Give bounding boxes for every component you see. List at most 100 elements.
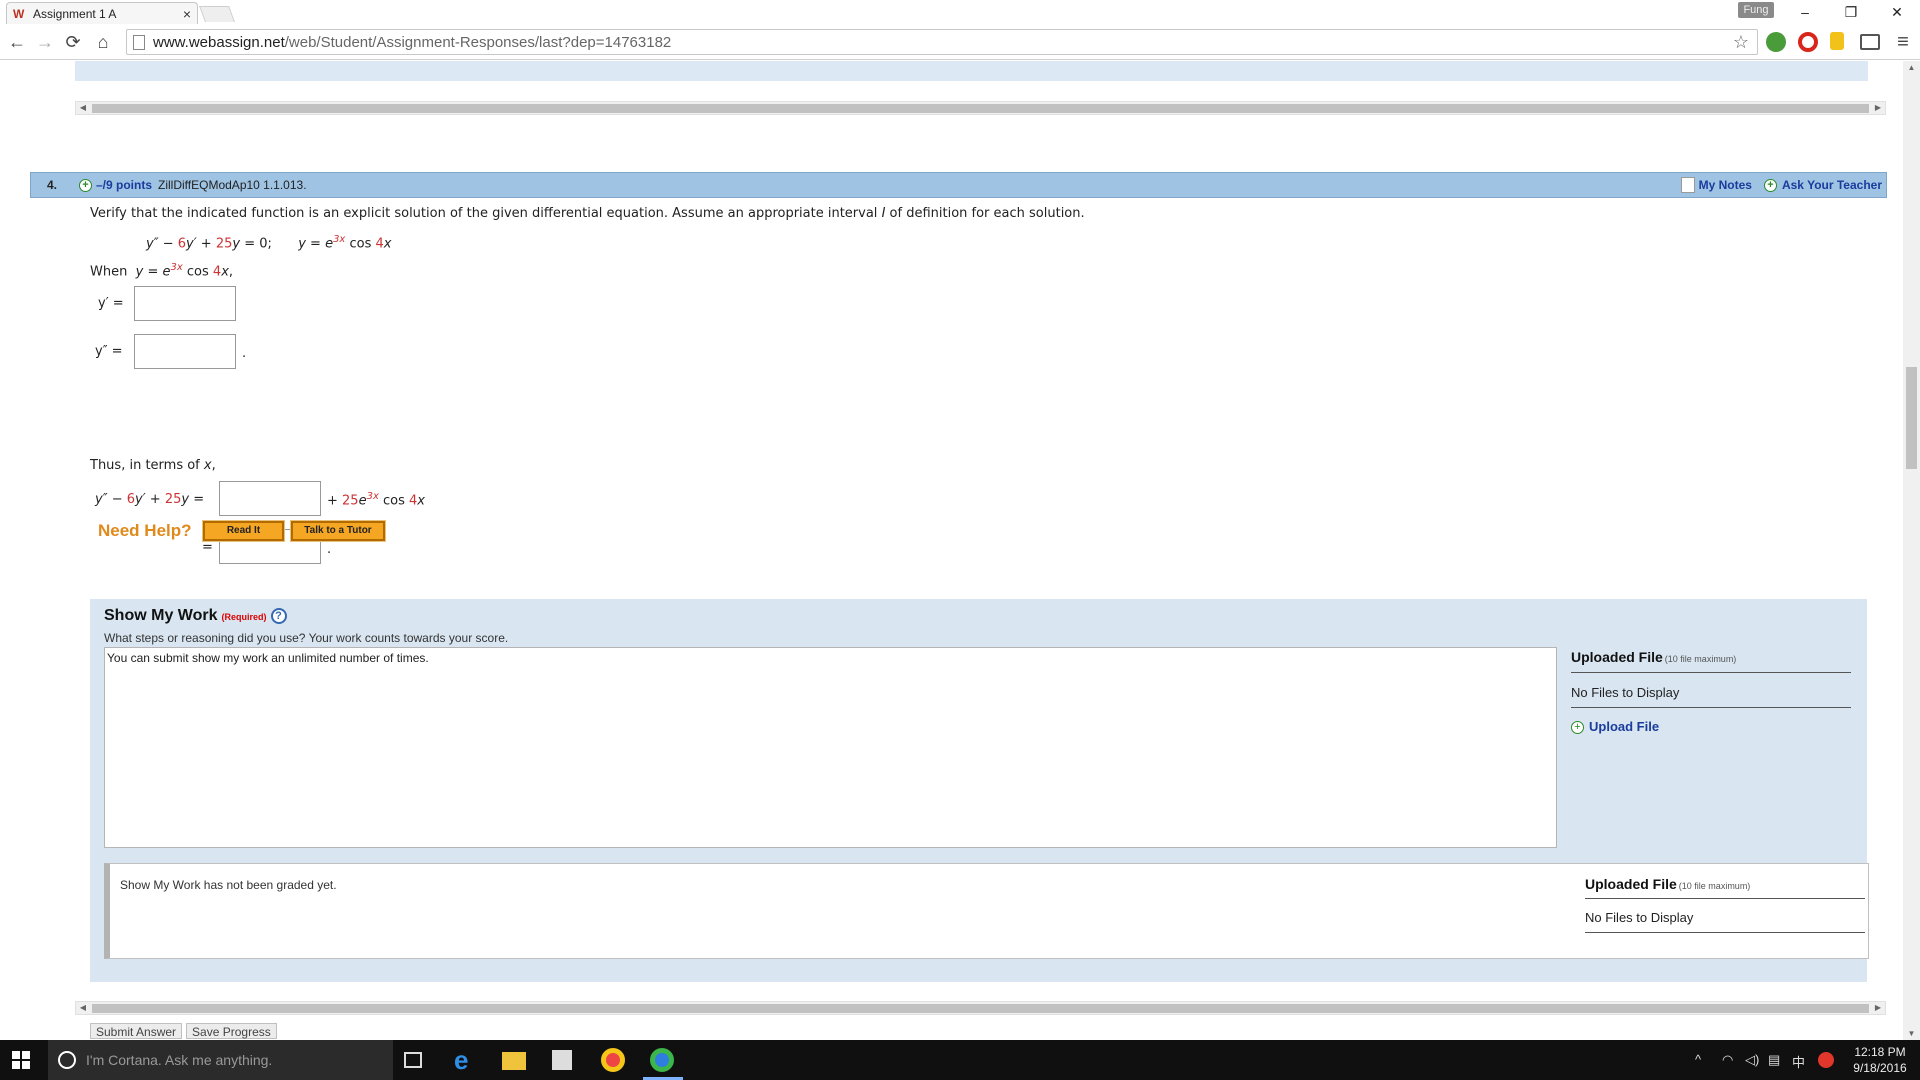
tab-strip: W Assignment 1 A × Fung – ❐ ✕ <box>0 0 1920 24</box>
cortana-search-box[interactable]: I'm Cortana. Ask me anything. <box>48 1040 393 1080</box>
graded-uploaded-heading: Uploaded File (10 file maximum) <box>1585 876 1751 892</box>
scroll-right-icon[interactable]: ▶ <box>1871 1002 1885 1014</box>
ask-teacher-plus-icon: + <box>1763 178 1777 192</box>
browser-menu-icon[interactable]: ≡ <box>1892 31 1914 53</box>
vertical-scrollbar[interactable]: ▲ ▼ <box>1903 61 1920 1040</box>
no-files-text: No Files to Display <box>1571 685 1680 700</box>
opera-extension-icon[interactable] <box>1798 32 1818 52</box>
read-it-button[interactable]: Read It <box>202 520 285 542</box>
need-help-label: Need Help? <box>98 521 192 540</box>
ydoubleprime-answer-input[interactable] <box>134 334 236 369</box>
period-mark: . <box>242 346 247 361</box>
graded-status-box: Show My Work has not been graded yet. Up… <box>104 863 1869 959</box>
equals-sign: = <box>202 540 213 555</box>
question-number: 4. <box>46 178 57 192</box>
uploaded-file-heading: Uploaded File (10 file maximum) <box>1571 649 1737 665</box>
upload-plus-icon: + <box>1571 721 1584 735</box>
scroll-up-icon[interactable]: ▲ <box>1903 63 1920 72</box>
clock-time: 12:18 PM <box>1854 1045 1906 1059</box>
question-points: –/9 points <box>96 178 153 192</box>
notes-extension-icon[interactable] <box>1830 32 1844 50</box>
expand-plus-icon[interactable]: + <box>79 178 92 192</box>
windows-start-icon[interactable] <box>12 1051 30 1069</box>
browser-toolbar: ← → ⟳ ⌂ www.webassign.net/web/Student/As… <box>0 24 1920 60</box>
windows-taskbar: I'm Cortana. Ask me anything. e ^ ◠ ◁) ▤… <box>0 1040 1920 1080</box>
yprime-answer-input[interactable] <box>134 286 236 321</box>
url-path: /web/Student/Assignment-Responses/last?d… <box>284 33 672 51</box>
combination-answer-input[interactable] <box>219 481 321 516</box>
url-host: www.webassign.net <box>153 33 285 51</box>
show-my-work-title: Show My Work (Required)? <box>104 607 287 625</box>
cast-icon[interactable] <box>1860 34 1880 50</box>
cortana-placeholder: I'm Cortana. Ask me anything. <box>86 1052 273 1068</box>
action-center-icon[interactable]: ▤ <box>1768 1052 1780 1068</box>
system-clock[interactable]: 12:18 PM 9/18/2016 <box>1848 1044 1912 1076</box>
forward-icon[interactable]: → <box>34 31 56 53</box>
browser-tab[interactable]: W Assignment 1 A × <box>6 2 198 24</box>
thus-statement: Thus, in terms of x, <box>90 458 216 473</box>
divider <box>1585 932 1865 933</box>
new-tab-button[interactable] <box>199 6 235 22</box>
show-my-work-textarea[interactable]: You can submit show my work an unlimited… <box>104 647 1557 848</box>
save-progress-button[interactable]: Save Progress <box>186 1023 277 1039</box>
notification-app-icon[interactable] <box>1818 1052 1834 1068</box>
scroll-down-icon[interactable]: ▼ <box>1903 1029 1920 1038</box>
bookmark-star-icon[interactable]: ☆ <box>1733 32 1749 53</box>
address-bar[interactable]: www.webassign.net/web/Student/Assignment… <box>126 29 1758 55</box>
chrome-icon[interactable] <box>601 1048 625 1072</box>
minimize-button[interactable]: – <box>1782 0 1828 24</box>
edge-browser-icon[interactable]: e <box>454 1047 478 1073</box>
webassign-favicon-icon: W <box>13 6 25 21</box>
back-icon[interactable]: ← <box>6 31 28 53</box>
chrome-active-icon[interactable] <box>650 1048 674 1072</box>
show-my-work-description: What steps or reasoning did you use? You… <box>104 631 509 645</box>
scroll-right-icon[interactable]: ▶ <box>1871 102 1885 114</box>
talk-to-tutor-button[interactable]: Talk to a Tutor <box>290 520 386 542</box>
scroll-thumb[interactable] <box>92 1004 1869 1013</box>
horizontal-scrollbar-top[interactable]: ◀ ▶ <box>75 101 1886 115</box>
question-prompt: Verify that the indicated function is an… <box>90 206 1085 221</box>
scroll-left-icon[interactable]: ◀ <box>76 102 90 114</box>
profile-badge[interactable]: Fung <box>1738 2 1774 18</box>
yprime-label: y′ = <box>98 296 124 311</box>
scroll-thumb[interactable] <box>92 104 1869 113</box>
when-statement: When y = e3x cos 4x, <box>90 262 234 280</box>
tab-title: Assignment 1 A <box>33 6 117 21</box>
task-view-icon[interactable] <box>404 1052 422 1068</box>
clock-date: 9/18/2016 <box>1853 1061 1907 1075</box>
wifi-icon[interactable]: ◠ <box>1722 1052 1733 1068</box>
ask-teacher-link[interactable]: Ask Your Teacher <box>1782 178 1882 192</box>
restore-button[interactable]: ❐ <box>1828 0 1874 24</box>
submit-answer-button[interactable]: Submit Answer <box>90 1023 183 1039</box>
divider <box>1585 898 1865 899</box>
volume-icon[interactable]: ◁) <box>1745 1052 1759 1068</box>
help-icon[interactable]: ? <box>270 607 287 624</box>
scroll-left-icon[interactable]: ◀ <box>76 1002 90 1014</box>
vertical-scroll-thumb[interactable] <box>1906 367 1917 469</box>
my-notes-link[interactable]: My Notes <box>1699 178 1752 192</box>
combination-expression: y″ − 6y′ + 25y = <box>95 492 205 507</box>
combination-term: + 25e3x cos 4x <box>327 491 425 509</box>
differential-equation: y″ − 6y′ + 25y = 0; y = e3x cos 4x <box>146 234 392 252</box>
reload-icon[interactable]: ⟳ <box>62 31 84 53</box>
final-period: . <box>327 542 332 557</box>
store-icon[interactable] <box>552 1050 572 1070</box>
horizontal-scrollbar-bottom[interactable]: ◀ ▶ <box>75 1001 1886 1015</box>
file-explorer-icon[interactable] <box>502 1052 526 1070</box>
submit-bar: Submit Answer Save Progress <box>90 1023 281 1040</box>
graded-status-text: Show My Work has not been graded yet. <box>120 878 337 892</box>
question-header: 4. + –/9 points ZillDiffEQModAp10 1.1.01… <box>30 172 1887 198</box>
tab-close-icon[interactable]: × <box>183 6 191 22</box>
divider <box>1571 672 1851 673</box>
close-window-button[interactable]: ✕ <box>1874 0 1920 24</box>
upload-file-link[interactable]: + Upload File <box>1571 719 1659 735</box>
cortana-circle-icon <box>58 1051 76 1069</box>
divider <box>1571 707 1851 708</box>
extension-check-icon[interactable] <box>1766 32 1786 52</box>
required-label: (Required) <box>221 612 267 622</box>
previous-question-panel <box>75 61 1868 81</box>
ime-indicator[interactable]: 中 <box>1792 1052 1805 1071</box>
notes-icon <box>1680 177 1695 193</box>
tray-chevron-icon[interactable]: ^ <box>1695 1052 1701 1067</box>
home-icon[interactable]: ⌂ <box>92 31 114 53</box>
